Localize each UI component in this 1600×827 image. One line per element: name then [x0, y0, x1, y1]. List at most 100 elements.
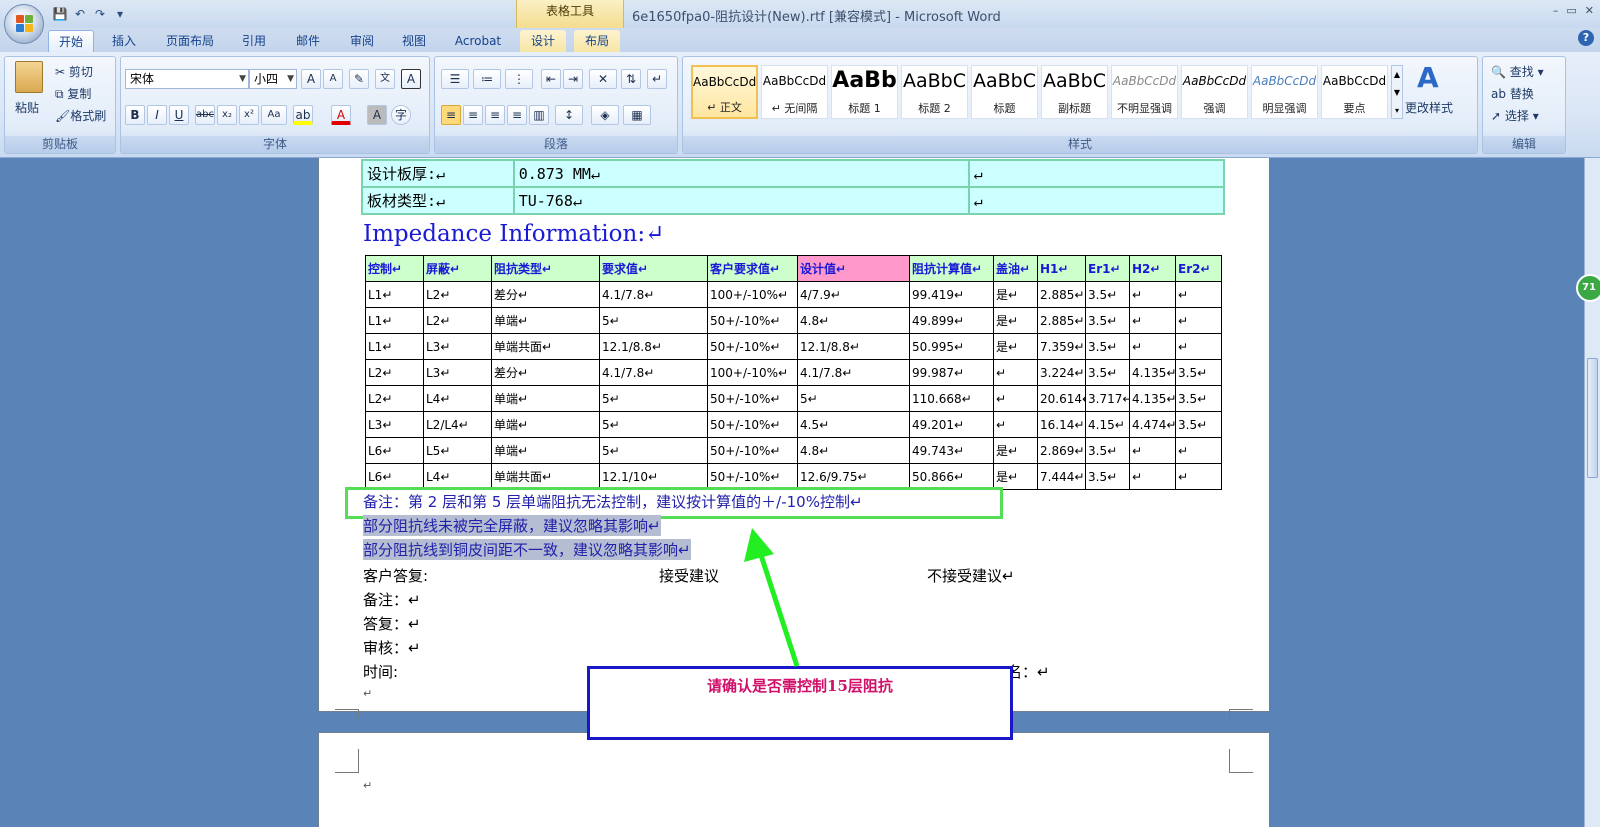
style-heading-2[interactable]: AaBbC 标题 2: [901, 65, 968, 119]
table-cell[interactable]: 2.869↵: [1037, 437, 1086, 464]
paste-button[interactable]: 粘贴: [15, 99, 39, 116]
underline-icon[interactable]: U: [169, 105, 189, 125]
table-cell[interactable]: 2.885↵: [1037, 307, 1086, 334]
table-cell[interactable]: 50+/-10%↵: [707, 411, 798, 438]
table-cell[interactable]: ↵: [1175, 463, 1222, 490]
table-cell[interactable]: 50+/-10%↵: [707, 437, 798, 464]
table-cell[interactable]: 5↵: [599, 385, 708, 412]
customer-reply-label[interactable]: 客户答复:: [363, 565, 428, 586]
decrease-indent-icon[interactable]: ⇤: [541, 69, 561, 89]
table-cell[interactable]: 5↵: [599, 437, 708, 464]
table-cell[interactable]: 20.614↵: [1037, 385, 1086, 412]
footer-reply-label[interactable]: 答复：↵: [363, 613, 421, 634]
font-size-combo[interactable]: 小四 ▼: [249, 69, 297, 89]
restore-button[interactable]: ▭: [1566, 4, 1576, 17]
table-cell[interactable]: 5↵: [797, 385, 910, 412]
impedance-header-cell[interactable]: Er1↵: [1085, 255, 1130, 282]
table-cell[interactable]: 99.419↵: [909, 281, 994, 308]
multilevel-list-icon[interactable]: ⋮: [505, 69, 533, 89]
align-left-icon[interactable]: ≡: [441, 105, 461, 125]
table-cell[interactable]: L4↵: [423, 463, 492, 490]
format-painter-button[interactable]: 🖌格式刷: [55, 107, 106, 124]
table-cell[interactable]: 99.987↵: [909, 359, 994, 386]
table-cell[interactable]: 100+/-10%↵: [707, 281, 798, 308]
change-styles-icon[interactable]: A: [1417, 61, 1439, 94]
show-marks-icon[interactable]: ↵: [647, 69, 667, 89]
table-cell[interactable]: L2↵: [365, 385, 424, 412]
page-2[interactable]: ↵: [318, 732, 1270, 827]
tab-references[interactable]: 引用: [234, 30, 274, 52]
style-normal[interactable]: AaBbCcDd ↵ 正文: [691, 65, 758, 119]
table-cell[interactable]: 5↵: [599, 411, 708, 438]
table-cell[interactable]: 4.474↵: [1129, 411, 1176, 438]
table-cell[interactable]: 7.444↵: [1037, 463, 1086, 490]
table-cell[interactable]: L2↵: [423, 281, 492, 308]
reject-suggestion-text[interactable]: 不接受建议↵: [927, 565, 1015, 586]
table-cell[interactable]: 3.5↵: [1085, 463, 1130, 490]
select-button[interactable]: ➚ 选择 ▾: [1491, 107, 1539, 124]
table-cell[interactable]: L3↵: [423, 333, 492, 360]
table-cell[interactable]: ↵: [1129, 463, 1176, 490]
font-color-icon[interactable]: A: [331, 105, 351, 125]
scroll-thumb[interactable]: [1587, 358, 1598, 478]
align-right-icon[interactable]: ≡: [485, 105, 505, 125]
table-cell[interactable]: ↵: [1129, 333, 1176, 360]
superscript-icon[interactable]: x²: [239, 105, 259, 125]
change-case-icon[interactable]: Aa: [261, 105, 287, 125]
style-strong[interactable]: AaBbCcDd 要点: [1321, 65, 1388, 119]
table-cell[interactable]: 12.6/9.75↵: [797, 463, 910, 490]
table-cell[interactable]: 4.135↵: [1129, 359, 1176, 386]
table-cell[interactable]: ↵: [1175, 307, 1222, 334]
char-border-icon[interactable]: A: [401, 69, 421, 89]
table-cell[interactable]: L2↵: [365, 359, 424, 386]
table-cell[interactable]: ↵: [1129, 437, 1176, 464]
table-cell[interactable]: 12.1/8.8↵: [599, 333, 708, 360]
impedance-header-cell[interactable]: 屏蔽↵: [423, 255, 492, 282]
change-styles-button[interactable]: 更改样式: [1405, 99, 1453, 116]
tab-home[interactable]: 开始: [48, 30, 94, 52]
impedance-header-cell[interactable]: 要求值↵: [599, 255, 708, 282]
table-cell[interactable]: 板材类型:↵: [361, 186, 515, 215]
style-emphasis[interactable]: AaBbCcDd 强调: [1181, 65, 1248, 119]
styles-scroll[interactable]: ▲ ▼ ▾: [1391, 65, 1403, 119]
impedance-header-cell[interactable]: 阻抗计算值↵: [909, 255, 994, 282]
table-cell[interactable]: 4.8↵: [797, 437, 910, 464]
distribute-icon[interactable]: ▥: [529, 105, 549, 125]
table-cell[interactable]: 50+/-10%↵: [707, 385, 798, 412]
impedance-header-cell[interactable]: Er2↵: [1175, 255, 1222, 282]
table-cell[interactable]: L5↵: [423, 437, 492, 464]
font-name-combo[interactable]: 宋体 ▼: [125, 69, 249, 89]
align-center-icon[interactable]: ≡: [463, 105, 483, 125]
table-cell[interactable]: 是↵: [993, 333, 1038, 360]
grow-font-icon[interactable]: A: [301, 69, 321, 89]
table-cell[interactable]: ↵: [967, 159, 1226, 188]
table-cell[interactable]: ↵: [993, 411, 1038, 438]
table-cell[interactable]: 50+/-10%↵: [707, 463, 798, 490]
enclose-char-icon[interactable]: 字: [391, 105, 411, 125]
signature-label-fragment[interactable]: 名：↵: [1007, 661, 1050, 682]
table-cell[interactable]: 是↵: [993, 281, 1038, 308]
accept-suggestion-text[interactable]: 接受建议: [659, 565, 719, 586]
impedance-header-cell[interactable]: H2↵: [1129, 255, 1176, 282]
impedance-header-cell[interactable]: 客户要求值↵: [707, 255, 798, 282]
line-spacing-icon[interactable]: ↕: [555, 105, 583, 125]
table-cell[interactable]: 4.135↵: [1129, 385, 1176, 412]
table-cell[interactable]: 5↵: [599, 307, 708, 334]
undo-icon[interactable]: ↶: [72, 6, 88, 22]
tab-table-layout[interactable]: 布局: [574, 30, 620, 52]
style-no-spacing[interactable]: AaBbCcDd ↵ 无间隔: [761, 65, 828, 119]
shading-icon[interactable]: ◈: [591, 105, 619, 125]
tab-acrobat[interactable]: Acrobat: [448, 30, 508, 52]
vertical-scrollbar[interactable]: [1584, 158, 1600, 827]
note-line-3[interactable]: 部分阻抗线到铜皮间距不一致，建议忽略其影响↵: [363, 539, 691, 560]
table-cell[interactable]: L1↵: [365, 281, 424, 308]
table-cell[interactable]: 3.717↵: [1085, 385, 1130, 412]
table-cell[interactable]: 4.1/7.8↵: [599, 281, 708, 308]
side-badge[interactable]: 71: [1576, 274, 1600, 302]
increase-indent-icon[interactable]: ⇥: [563, 69, 583, 89]
table-cell[interactable]: 12.1/10↵: [599, 463, 708, 490]
save-icon[interactable]: 💾: [52, 6, 68, 22]
justify-icon[interactable]: ≡: [507, 105, 527, 125]
table-cell[interactable]: 是↵: [993, 437, 1038, 464]
table-cell[interactable]: 单端共面↵: [491, 463, 600, 490]
